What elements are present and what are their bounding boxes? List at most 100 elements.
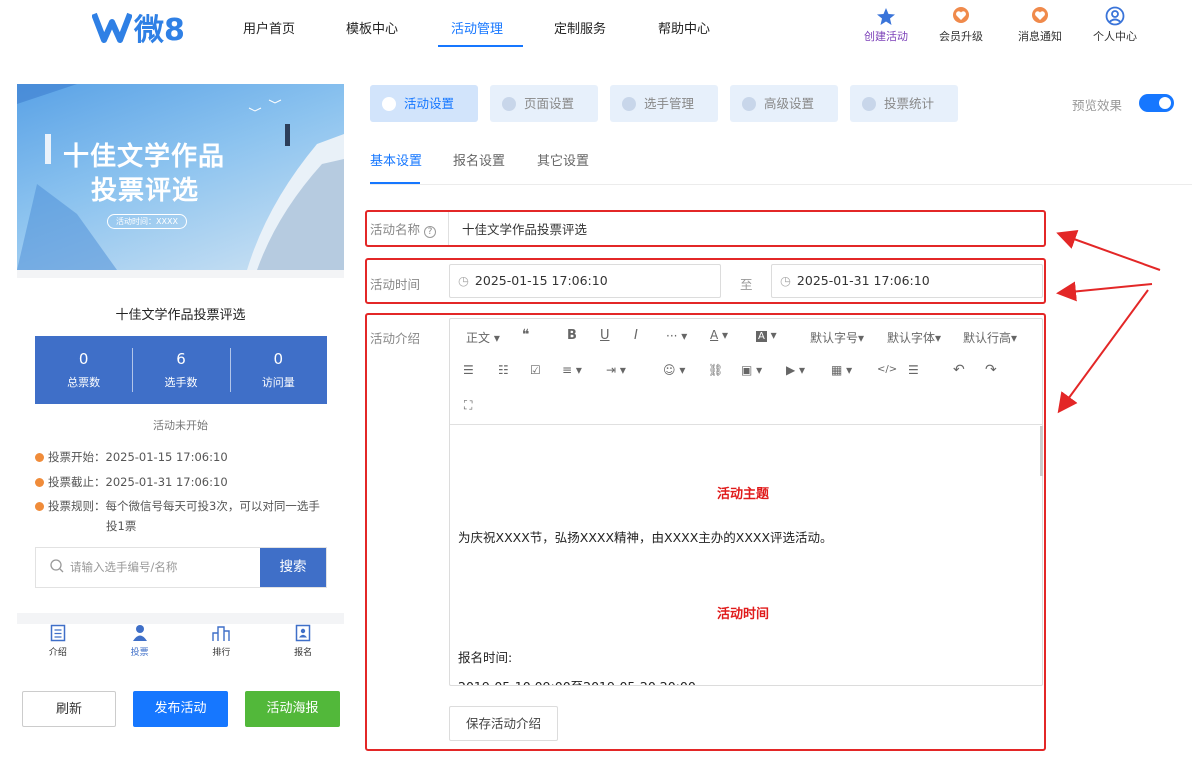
user-icon [622,97,636,111]
divider-line-icon[interactable]: ☰ [908,363,919,377]
editor-paragraph-2: 报名时间: [458,650,513,665]
search-input[interactable]: 请输入选手编号/名称 [64,548,260,587]
font-size-dropdown[interactable]: 默认字号▾ [810,329,864,346]
tab-advanced-settings[interactable]: 高级设置 [730,85,838,122]
nav-home[interactable]: 用户首页 [243,18,295,37]
preview-toggle[interactable] [1139,94,1174,112]
save-intro-button[interactable]: 保存活动介绍 [449,706,558,741]
nav-templates[interactable]: 模板中心 [346,18,398,37]
stat-total-votes: 0 总票数 [67,350,101,389]
ranking-icon [212,626,231,641]
tab-page-settings[interactable]: 页面设置 [490,85,598,122]
stats-bar: 0 总票数 6 选手数 0 访问量 [35,336,327,404]
banner-time: 活动时间：XXXX [107,214,187,229]
info-dot-icon [35,502,44,511]
start-time-input[interactable]: ◷ 2025-01-15 17:06:10 [449,264,721,298]
user-circle-icon [1085,6,1145,26]
time-label: 活动时间 [370,277,421,292]
bullet-list-icon[interactable]: ☰ [463,363,474,377]
vote-start-info: 投票开始：2025-01-15 17:06:10 [35,449,228,465]
numbered-list-icon[interactable]: ☷ [498,363,509,377]
info-dot-icon [35,478,44,487]
clock-icon: ◷ [458,273,469,288]
preview-banner: 十佳文学作品 投票评选 活动时间：XXXX [17,84,344,270]
editor-heading-time: 活动时间 [717,607,770,622]
end-time-input[interactable]: ◷ 2025-01-31 17:06:10 [771,264,1043,298]
emoji-icon[interactable]: ☺ ▾ [663,363,685,377]
editor-scrollbar[interactable] [1040,426,1043,476]
create-activity-link[interactable]: 创建活动 [856,6,916,44]
more-dropdown[interactable]: ··· ▾ [666,329,687,343]
editor-toolbar-divider [450,424,1042,425]
refresh-button[interactable]: 刷新 [22,691,116,727]
tab-vote[interactable]: 投票 [99,624,181,664]
tab-signup[interactable]: 报名 [262,624,344,664]
info-dot-icon [35,453,44,462]
indent-icon[interactable]: ⇥ ▾ [606,363,626,377]
vote-rule-info-cont: 投1票 [106,519,137,533]
player-search: 请输入选手编号/名称 搜索 [35,547,327,588]
advanced-icon [742,97,756,111]
subtab-divider [370,184,1192,185]
fullscreen-icon[interactable]: ⛶ [464,398,472,413]
align-icon[interactable]: ≡ ▾ [562,363,582,377]
logo-w-icon [92,12,132,43]
annotation-arrows [1056,230,1161,414]
preview-card: 十佳文学作品投票评选 0 总票数 6 选手数 0 访问量 活动未开始 投票开始：202… [17,278,344,613]
tab-vote-statistics[interactable]: 投票统计 [850,85,958,122]
font-family-dropdown[interactable]: 默认字体▾ [887,329,941,346]
paragraph-dropdown[interactable]: 正文 ▾ [466,329,500,346]
logo-text: 微8 [134,13,185,48]
tab-ranking[interactable]: 排行 [181,624,263,664]
subtab-basic[interactable]: 基本设置 [370,150,422,169]
editor-heading-theme: 活动主题 [717,487,770,502]
heart-shield-icon [931,6,991,26]
font-color-dropdown[interactable]: A ▾ [710,328,728,342]
activity-name-input[interactable]: 十佳文学作品投票评选 [462,219,587,238]
nav-active-underline [438,45,523,47]
link-icon[interactable]: ⛓ [708,363,723,377]
activity-status: 活动未开始 [153,419,208,432]
tab-player-management[interactable]: 选手管理 [610,85,718,122]
editor-paragraph-3: 2019-05-10 09:00至2019-05-20 20:00 [458,676,1038,685]
page-icon [502,97,516,111]
signup-icon [295,624,311,642]
underline-button[interactable]: U [600,328,610,343]
subtab-other[interactable]: 其它设置 [537,150,589,169]
poster-button[interactable]: 活动海报 [245,691,340,727]
bold-button[interactable]: B [567,328,577,343]
logo[interactable]: 微8 [92,8,185,48]
message-icon [1010,6,1070,26]
member-upgrade-link[interactable]: 会员升级 [931,6,991,44]
subtab-signup[interactable]: 报名设置 [453,150,505,169]
code-icon[interactable]: </> [877,364,897,375]
table-icon[interactable]: ▦ ▾ [831,363,852,377]
nav-help[interactable]: 帮助中心 [658,18,710,37]
bg-color-dropdown[interactable]: A ▾ [756,328,777,342]
redo-icon[interactable]: ↷ [985,362,997,378]
undo-icon[interactable]: ↶ [953,362,965,378]
search-icon [36,548,64,587]
profile-link[interactable]: 个人中心 [1085,6,1145,44]
video-icon[interactable]: ▶ ▾ [786,363,805,377]
banner-title-2: 投票评选 [91,176,200,206]
line-height-dropdown[interactable]: 默认行高▾ [963,329,1017,346]
nav-custom[interactable]: 定制服务 [554,18,606,37]
editor-paragraph-3-clip: 2019-05-10 09:00至2019-05-20 20:00 [458,676,1038,685]
italic-button[interactable]: I [634,328,638,343]
todo-list-icon[interactable]: ☑ [530,363,541,377]
name-divider [448,212,449,245]
notifications-link[interactable]: 消息通知 [1010,6,1070,44]
quote-button[interactable]: ❝ [522,327,530,343]
image-icon[interactable]: ▣ ▾ [741,363,762,377]
nav-activity[interactable]: 活动管理 [451,18,503,37]
document-icon [50,624,66,642]
tab-activity-settings[interactable]: 活动设置 [370,85,478,122]
search-button[interactable]: 搜索 [260,548,326,587]
toggle-knob [1159,97,1171,109]
publish-button[interactable]: 发布活动 [133,691,228,727]
tab-intro[interactable]: 介绍 [17,624,99,664]
heart-icon [382,97,396,111]
stat-players: 6 选手数 [132,336,229,404]
name-label: 活动名称 ? [370,219,436,238]
